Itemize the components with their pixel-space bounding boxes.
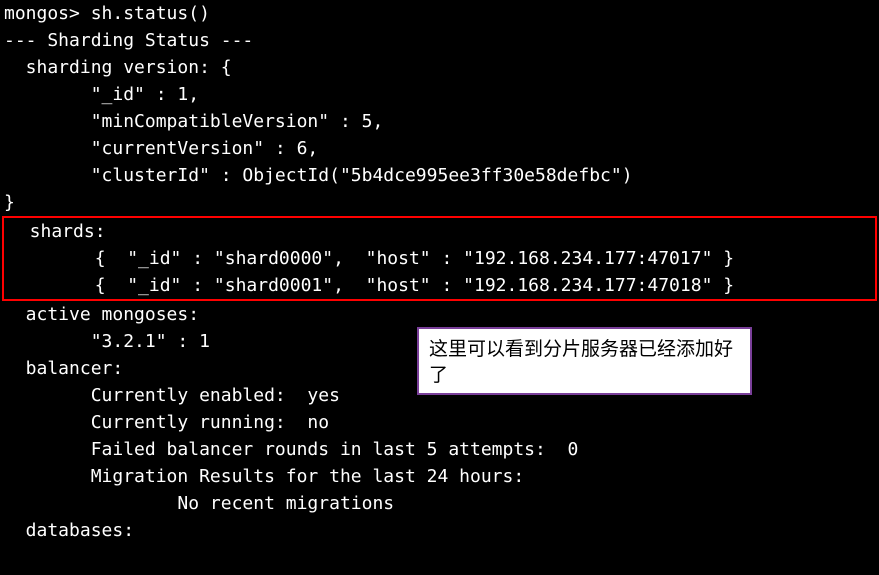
terminal-output: mongos> sh.status() --- Sharding Status … xyxy=(0,0,879,216)
annotation-callout: 这里可以看到分片服务器已经添加好了 xyxy=(417,327,752,395)
shards-label: shards: xyxy=(8,221,106,242)
active-mongoses-entry: "3.2.1" : 1 xyxy=(4,331,210,352)
sharding-version-clusterid: "clusterId" : ObjectId("5b4dce995ee3ff30… xyxy=(4,165,633,186)
balancer-label: balancer: xyxy=(4,358,123,379)
balancer-running: Currently running: no xyxy=(4,412,329,433)
close-brace: } xyxy=(4,192,15,213)
balancer-failed-rounds: Failed balancer rounds in last 5 attempt… xyxy=(4,439,578,460)
prompt: mongos> xyxy=(4,3,91,24)
balancer-enabled: Currently enabled: yes xyxy=(4,385,340,406)
status-header: --- Sharding Status --- xyxy=(4,30,253,51)
balancer-no-recent: No recent migrations xyxy=(4,493,394,514)
active-mongoses-label: active mongoses: xyxy=(4,304,199,325)
shard-entry-0: { "_id" : "shard0000", "host" : "192.168… xyxy=(8,248,734,269)
shard-entry-1: { "_id" : "shard0001", "host" : "192.168… xyxy=(8,275,734,296)
balancer-migration-results: Migration Results for the last 24 hours: xyxy=(4,466,524,487)
shards-block: shards: { "_id" : "shard0000", "host" : … xyxy=(4,218,875,299)
annotation-text: 这里可以看到分片服务器已经添加好了 xyxy=(429,334,733,387)
sharding-version-mincompat: "minCompatibleVersion" : 5, xyxy=(4,111,383,132)
shell-command: sh.status() xyxy=(91,3,210,24)
sharding-version-label: sharding version: { xyxy=(4,57,232,78)
shards-highlight-box: shards: { "_id" : "shard0000", "host" : … xyxy=(2,216,877,301)
sharding-version-current: "currentVersion" : 6, xyxy=(4,138,318,159)
sharding-version-id: "_id" : 1, xyxy=(4,84,199,105)
databases-label: databases: xyxy=(4,520,134,541)
